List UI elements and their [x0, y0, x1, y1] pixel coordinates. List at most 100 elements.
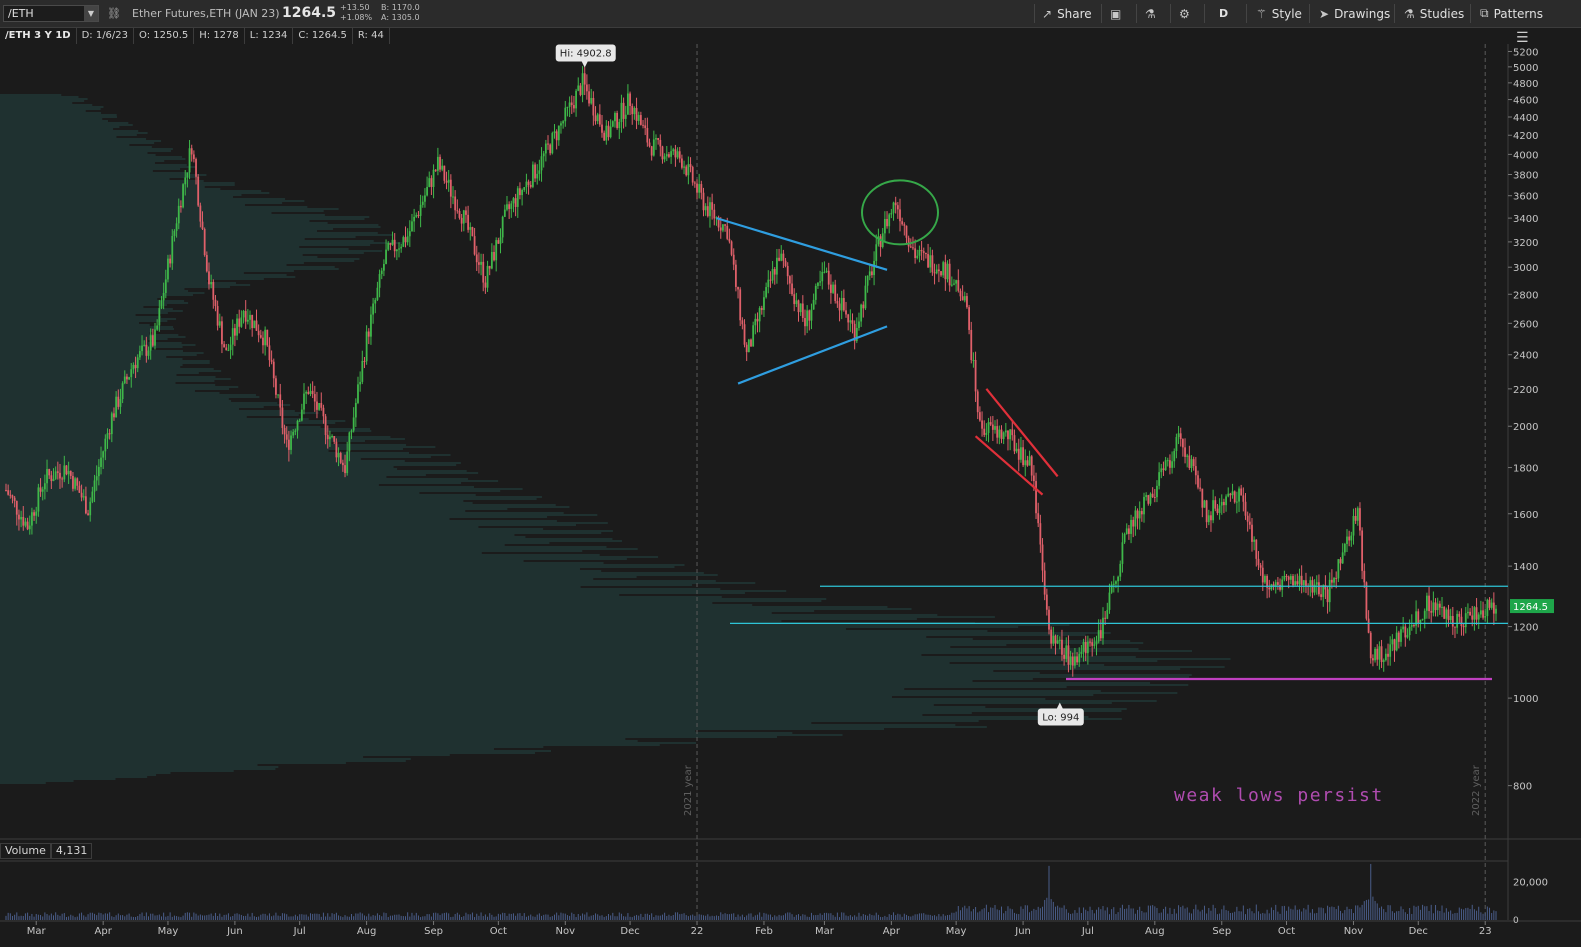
hi-label-bg [555, 44, 616, 62]
highlight-circle [861, 179, 939, 246]
profile-bar [0, 774, 157, 776]
candle-body [91, 491, 94, 502]
candle-body [1492, 602, 1495, 614]
price-chart[interactable]: 2021 year 2022 year Hi: 4902.8 Lo: 994 weak… [0, 0, 1581, 947]
profile-bar [0, 528, 544, 530]
profile-bar [0, 206, 308, 208]
profile-bar [0, 140, 162, 142]
profile-bar [0, 722, 812, 724]
year-label: 2022 year [1471, 764, 1482, 816]
profile-bar [0, 144, 130, 146]
candle-body [1071, 656, 1074, 666]
profile-bar [0, 646, 951, 648]
candle-body [668, 154, 670, 157]
candle-body [966, 296, 968, 308]
profile-bar [0, 508, 508, 510]
candle-body [823, 271, 826, 273]
candle-body [1074, 656, 1076, 666]
candle-body [1097, 630, 1100, 642]
candle-body [1220, 501, 1223, 506]
candle-body [503, 209, 506, 217]
settings-button[interactable]: ⚙ [1179, 4, 1195, 23]
profile-bar [0, 358, 183, 360]
candle-body [1484, 616, 1487, 618]
profile-bar [0, 624, 1070, 626]
profile-bar [0, 516, 548, 518]
candle-body [316, 401, 318, 410]
profile-bar [0, 460, 405, 462]
candle-body [1348, 536, 1351, 541]
y-tick-label: 1600 [1513, 510, 1538, 521]
profile-bar [0, 544, 505, 546]
candle-body [156, 325, 159, 330]
candle-body [1043, 570, 1046, 595]
candle-body [182, 184, 184, 208]
profile-bar [0, 202, 283, 204]
candle-body [1298, 575, 1301, 585]
lo-label-pointer [1056, 702, 1063, 709]
candle-body [551, 133, 554, 154]
candle-body [598, 114, 601, 125]
link-icon[interactable]: ⛓ [107, 7, 121, 20]
candle-body [1251, 524, 1253, 542]
profile-bar [0, 746, 544, 748]
profile-bar [0, 138, 147, 140]
candle-body [482, 261, 485, 283]
candle-body [680, 158, 683, 168]
y-tick-label: 5000 [1513, 63, 1538, 74]
candle-body [1387, 653, 1389, 657]
candle-body [758, 307, 761, 322]
candle-body [670, 151, 673, 157]
candle-body [1443, 606, 1446, 619]
y-tick-label: 4600 [1513, 96, 1538, 107]
candle-body [251, 314, 254, 329]
aggregation-button[interactable]: D [1219, 4, 1228, 23]
candle-body [1214, 500, 1217, 509]
candle-body [514, 198, 517, 207]
hi-label-pointer [581, 61, 588, 68]
candle-body [117, 396, 120, 407]
symbol-dropdown-icon[interactable]: ▼ [84, 6, 98, 21]
profile-bar [0, 610, 815, 612]
profile-bar [0, 664, 1105, 666]
candle-body [547, 143, 549, 145]
studies-button[interactable]: ⚗ Studies [1404, 4, 1464, 23]
profile-bar [0, 242, 403, 244]
profile-bar [0, 378, 231, 380]
style-button[interactable]: ⚚ Style [1256, 4, 1302, 23]
candle-body [637, 115, 640, 121]
profile-bar [0, 136, 117, 138]
candle-body [862, 304, 865, 309]
candle-body [421, 201, 424, 205]
profile-bar [0, 438, 405, 440]
candle-body [709, 202, 711, 217]
candle-body [1283, 575, 1286, 580]
candle-body [542, 153, 545, 157]
candle-body [1235, 501, 1238, 503]
candle-body [588, 91, 590, 104]
patterns-button[interactable]: ⧉ Patterns [1480, 4, 1543, 23]
candle-body [97, 466, 100, 477]
candle-body [283, 427, 286, 435]
profile-bar [0, 130, 139, 132]
candle-body [616, 112, 619, 129]
candle-body [577, 85, 580, 91]
y-tick-label: 2400 [1513, 351, 1538, 362]
profile-bar [0, 374, 177, 376]
candle-body [225, 347, 228, 351]
candle-body [69, 470, 72, 476]
drawings-button[interactable]: ➤ Drawings [1319, 4, 1390, 23]
profile-bar [0, 268, 339, 270]
profile-bar [0, 726, 987, 728]
profile-bar [0, 108, 101, 110]
x-tick-label: May [946, 926, 967, 937]
candle-body [454, 196, 457, 211]
candle-body [1391, 639, 1394, 645]
candle-body [1117, 576, 1120, 582]
flexible-grid-button[interactable]: ▣ [1110, 4, 1126, 23]
share-button[interactable]: ↗ Share [1042, 4, 1092, 23]
candle-body [244, 310, 247, 322]
candle-body [1330, 579, 1333, 583]
candle-body [728, 238, 731, 242]
beaker-button[interactable]: ⚗ [1145, 4, 1161, 23]
